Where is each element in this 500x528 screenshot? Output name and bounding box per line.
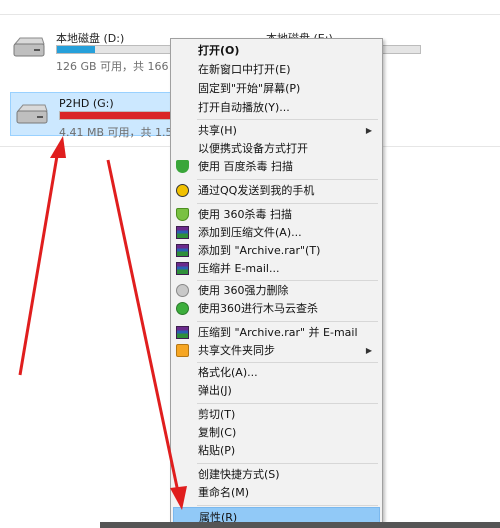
menu-add-to-archive-rar[interactable]: 添加到 "Archive.rar"(T): [173, 241, 380, 260]
menu-share[interactable]: 共享(H) ▶: [173, 121, 380, 140]
taskbar-edge: [100, 522, 500, 528]
winrar-icon: [176, 326, 189, 339]
green-shield-icon: [176, 160, 189, 173]
menu-pin-to-start[interactable]: 固定到"开始"屏幕(P): [173, 79, 380, 98]
menu-open-new-window[interactable]: 在新窗口中打开(E): [173, 60, 380, 79]
menu-open-autoplay[interactable]: 打开自动播放(Y)...: [173, 98, 380, 117]
menu-baidu-scan[interactable]: 使用 百度杀毒 扫描: [173, 157, 380, 176]
top-divider: [0, 14, 500, 15]
menu-separator: [197, 403, 378, 404]
winrar-icon: [176, 262, 189, 275]
menu-qq-send[interactable]: 通过QQ发送到我的手机: [173, 181, 380, 200]
drive-g-usage-bar: [59, 111, 175, 120]
menu-eject[interactable]: 弹出(J): [173, 381, 380, 400]
menu-add-to-archive[interactable]: 添加到压缩文件(A)...: [173, 223, 380, 242]
drive-d-name: 本地磁盘 (D:): [56, 32, 125, 45]
menu-compress-email[interactable]: 压缩并 E-mail...: [173, 259, 380, 278]
context-menu: 打开(O) 在新窗口中打开(E) 固定到"开始"屏幕(P) 打开自动播放(Y).…: [170, 38, 383, 528]
menu-separator: [197, 505, 378, 506]
menu-open[interactable]: 打开(O): [173, 41, 380, 60]
menu-360-trojan-scan[interactable]: 使用360进行木马云查杀: [173, 299, 380, 318]
submenu-arrow-icon: ▶: [365, 346, 372, 355]
menu-open-portable[interactable]: 以便携式设备方式打开: [173, 139, 380, 158]
drive-d[interactable]: 本地磁盘 (D:) 126 GB 可用，共 166 GB: [12, 30, 188, 73]
menu-separator: [197, 119, 378, 120]
menu-shared-folder-sync[interactable]: 共享文件夹同步 ▶: [173, 341, 380, 360]
usb-drive-icon: [16, 104, 48, 124]
winrar-icon: [176, 244, 189, 257]
menu-copy[interactable]: 复制(C): [173, 423, 380, 442]
winrar-icon: [176, 226, 189, 239]
menu-separator: [197, 179, 378, 180]
menu-360-force-delete[interactable]: 使用 360强力删除: [173, 281, 380, 300]
360-shield-icon: [176, 208, 189, 221]
menu-separator: [197, 463, 378, 464]
menu-separator: [197, 321, 378, 322]
360-scan-icon: [176, 302, 189, 315]
sync-icon: [176, 344, 189, 357]
menu-cut[interactable]: 剪切(T): [173, 405, 380, 424]
menu-rename[interactable]: 重命名(M): [173, 483, 380, 502]
qq-icon: [176, 184, 189, 197]
menu-360-scan[interactable]: 使用 360杀毒 扫描: [173, 205, 380, 224]
disk-icon: [176, 284, 189, 297]
drive-d-usage-bar: [56, 45, 184, 54]
drive-g[interactable]: P2HD (G:) 4.41 MB 可用，共 1.59 G: [10, 92, 192, 139]
hard-drive-icon: [13, 37, 45, 57]
submenu-arrow-icon: ▶: [365, 126, 372, 135]
menu-paste[interactable]: 粘贴(P): [173, 441, 380, 460]
menu-compress-to-rar-email[interactable]: 压缩到 "Archive.rar" 并 E-mail: [173, 323, 380, 342]
menu-separator: [197, 203, 378, 204]
menu-create-shortcut[interactable]: 创建快捷方式(S): [173, 465, 380, 484]
drive-d-space: 126 GB 可用，共 166 GB: [56, 60, 189, 73]
drive-g-name: P2HD (G:): [59, 97, 114, 110]
menu-format[interactable]: 格式化(A)...: [173, 363, 380, 382]
